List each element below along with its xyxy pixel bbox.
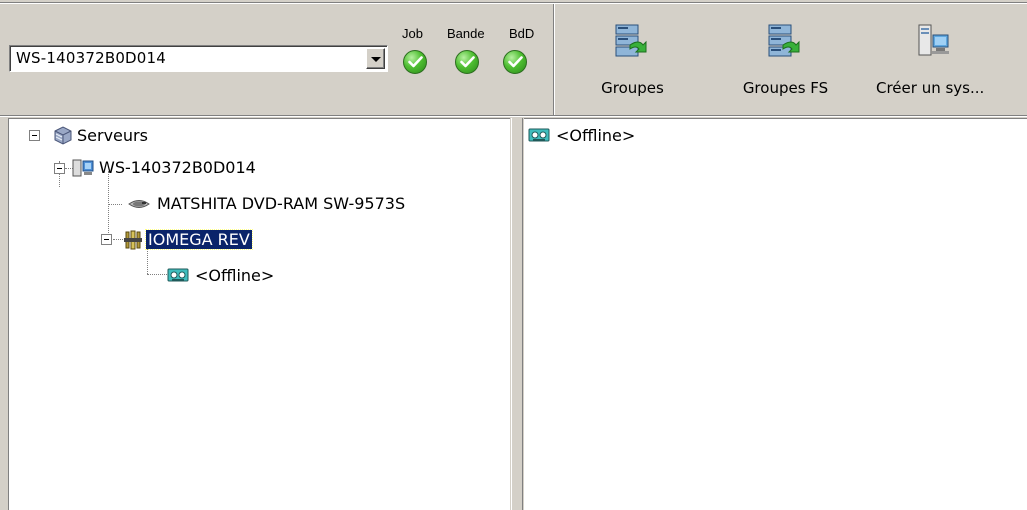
server-selector-value: WS-140372B0D014: [16, 49, 167, 67]
groups-button-label: Groupes: [601, 79, 664, 97]
create-system-icon: [918, 24, 949, 56]
toolbar: WS-140372B0D014 Job Bande BdD Groupes Gr…: [0, 0, 1027, 117]
divider: [0, 3, 1027, 4]
detail-pane[interactable]: <Offline>: [524, 118, 1027, 510]
server-selector[interactable]: WS-140372B0D014: [9, 45, 388, 72]
tree-node-label: MATSHITA DVD-RAM SW-9573S: [157, 194, 406, 213]
tree-node-label: IOMEGA REV: [145, 229, 253, 250]
collapse-icon[interactable]: [29, 130, 40, 141]
cartridge-icon: [167, 268, 189, 282]
fs-groups-icon: [768, 24, 800, 57]
status-label-job: Job: [402, 26, 423, 41]
computer-icon: [72, 159, 94, 177]
create-system-button[interactable]: Créer un sys...: [868, 6, 1027, 111]
divider: [522, 118, 523, 510]
optical-drive-icon: [128, 200, 150, 208]
divider: [511, 118, 512, 510]
tree-node-label: WS-140372B0D014: [99, 158, 256, 177]
tree-node-label: <Offline>: [195, 266, 275, 285]
list-item-label: <Offline>: [556, 126, 636, 145]
toolbar-separator: [554, 4, 555, 115]
job-status-ok-icon[interactable]: [403, 50, 427, 74]
dropdown-button[interactable]: [366, 48, 385, 69]
servers-icon: [54, 126, 72, 145]
tree-connector: [108, 204, 122, 205]
tree-node-optical-drive[interactable]: MATSHITA DVD-RAM SW-9573S: [127, 193, 509, 215]
collapse-icon[interactable]: [101, 234, 112, 245]
tree-node-label: Serveurs: [77, 126, 148, 145]
tree-node-rev-drive[interactable]: IOMEGA REV: [101, 229, 321, 251]
tree-connector: [147, 274, 167, 275]
chevron-down-icon: [371, 57, 381, 62]
create-system-button-label: Créer un sys...: [876, 79, 985, 97]
status-label-bande: Bande: [447, 26, 485, 41]
groups-icon: [615, 24, 647, 57]
device-tree[interactable]: Serveurs WS-140372B0D014 MATSHITA DVD-RA…: [8, 118, 510, 510]
tree-node-server[interactable]: WS-140372B0D014: [54, 157, 304, 179]
tape-status-ok-icon[interactable]: [455, 50, 479, 74]
tree-node-media[interactable]: <Offline>: [167, 265, 327, 287]
cartridge-icon: [528, 128, 550, 142]
fs-groups-button[interactable]: Groupes FS: [733, 6, 838, 111]
groups-button[interactable]: Groupes: [580, 6, 685, 111]
divider: [0, 116, 1027, 117]
status-label-bdd: BdD: [509, 26, 535, 41]
tree-node-servers[interactable]: Serveurs: [29, 125, 209, 147]
database-status-ok-icon[interactable]: [503, 50, 527, 74]
collapse-icon[interactable]: [54, 163, 65, 174]
list-item[interactable]: <Offline>: [528, 125, 728, 147]
tape-drive-icon: [124, 230, 142, 250]
tree-connector: [147, 247, 148, 274]
fs-groups-button-label: Groupes FS: [742, 79, 829, 97]
